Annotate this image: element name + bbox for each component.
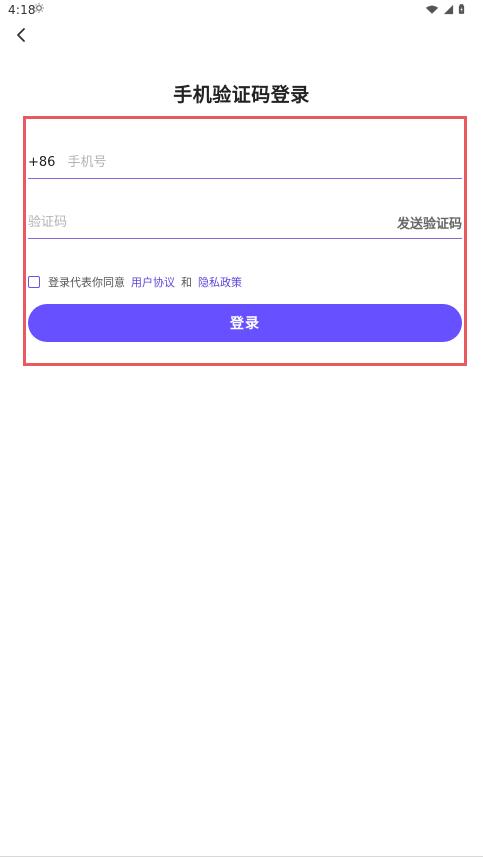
phone-input[interactable] <box>67 154 318 170</box>
login-form: +86 发送验证码 登录代表你同意 用户协议 和 隐私政策 登录 <box>23 116 467 366</box>
user-agreement-link[interactable]: 用户协议 <box>131 274 175 290</box>
back-button[interactable] <box>10 26 32 48</box>
back-arrow-icon <box>13 27 29 47</box>
code-underline <box>28 238 462 239</box>
status-bar: 4:18 <box>0 0 483 20</box>
agreement-text: 登录代表你同意 <box>48 276 125 289</box>
agreement-row: 登录代表你同意 用户协议 和 隐私政策 <box>28 272 242 292</box>
signal-icon <box>443 4 454 15</box>
page-title: 手机验证码登录 <box>173 84 310 106</box>
wifi-icon <box>425 4 439 15</box>
settings-icon <box>33 2 45 14</box>
verification-code-input[interactable] <box>28 214 278 230</box>
privacy-policy-link[interactable]: 隐私政策 <box>198 274 242 290</box>
battery-icon <box>458 3 465 15</box>
code-field-row: 发送验证码 <box>28 207 462 237</box>
login-button[interactable]: 登录 <box>28 304 462 342</box>
country-code[interactable]: +86 <box>28 155 55 170</box>
agreement-and-text: 和 <box>181 276 192 289</box>
phone-field-row: +86 <box>28 147 462 177</box>
status-icons <box>425 3 465 15</box>
agreement-checkbox[interactable] <box>28 276 40 288</box>
bottom-divider <box>0 856 483 857</box>
status-time: 4:18 <box>8 3 36 17</box>
phone-underline <box>28 178 462 179</box>
send-code-button[interactable]: 发送验证码 <box>397 213 462 232</box>
